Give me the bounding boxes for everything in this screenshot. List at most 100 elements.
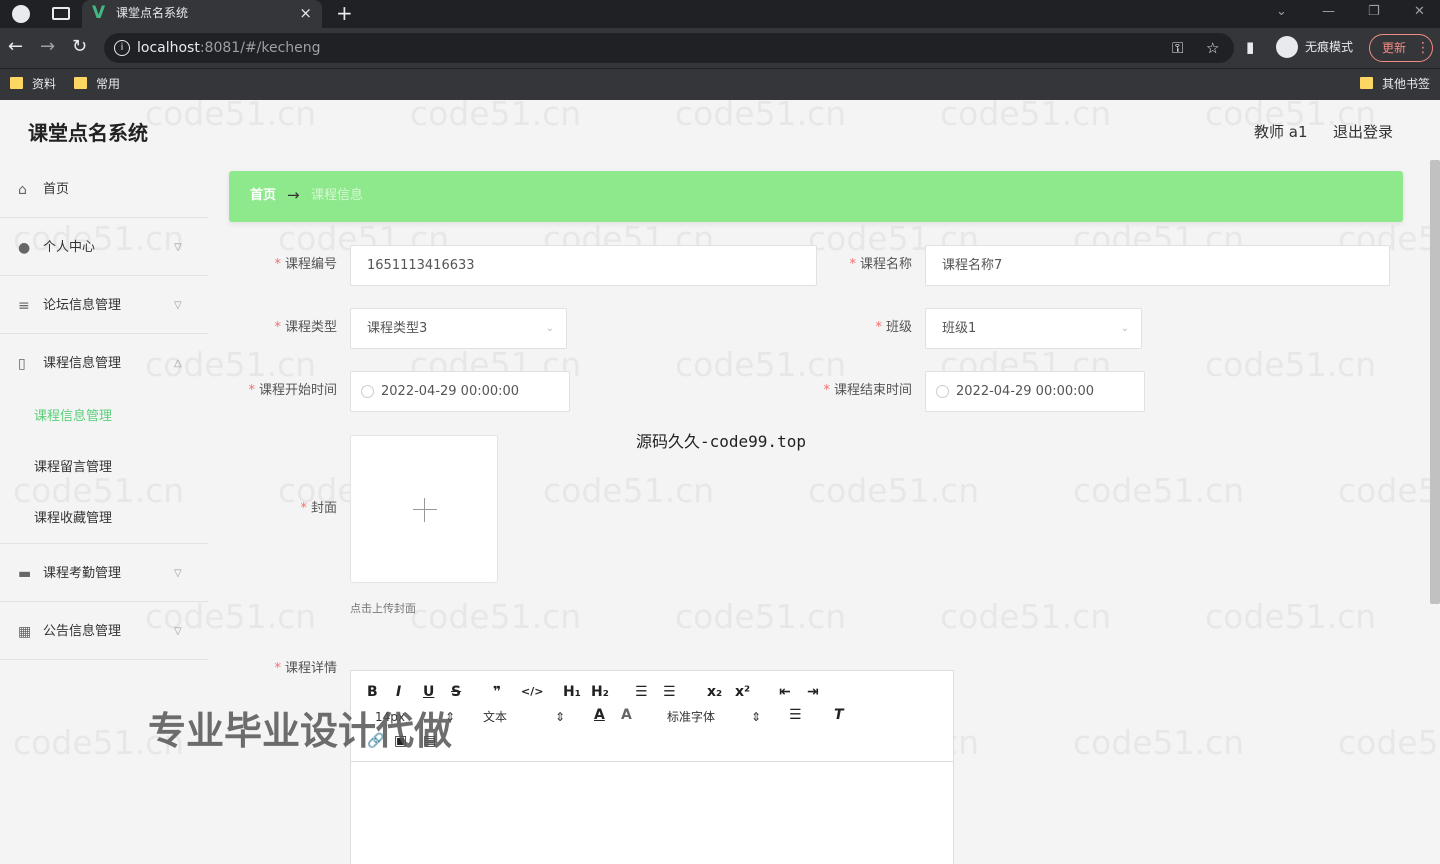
url-text[interactable]: localhost:8081/#/kecheng: [137, 39, 321, 57]
sidebar-item-attendance[interactable]: ▬ 课程考勤管理 ▽: [0, 544, 208, 602]
required-mark: *: [248, 383, 255, 398]
header2-icon[interactable]: H₂: [591, 683, 609, 701]
watermark-text: code51.cn: [1338, 471, 1440, 510]
watermark-text: code51.cn: [675, 345, 847, 384]
header1-icon[interactable]: H₁: [563, 683, 581, 701]
required-mark: *: [875, 320, 882, 335]
required-mark: *: [300, 501, 307, 516]
sidebar-item-label: 课程信息管理: [43, 356, 122, 371]
end-time-value: 2022-04-29 00:00:00: [956, 384, 1095, 399]
ordered-list-icon[interactable]: ☰: [635, 683, 648, 701]
close-icon[interactable]: ×: [299, 4, 312, 22]
logout-button[interactable]: 退出登录: [1333, 122, 1393, 142]
page-scrollbar[interactable]: [1430, 160, 1440, 604]
chevron-down-icon: ▽: [174, 242, 182, 253]
sidebar-item-notice[interactable]: ▦ 公告信息管理 ▽: [0, 602, 208, 660]
watermark-text: code51.cn: [1073, 723, 1245, 762]
sub-item-course-favorite[interactable]: 课程收藏管理: [34, 510, 112, 528]
cover-upload[interactable]: [350, 435, 498, 583]
vue-logo-icon: V: [92, 3, 106, 23]
bold-icon[interactable]: B: [367, 683, 378, 701]
update-label: 更新: [1382, 41, 1407, 55]
home-icon: ⌂: [18, 182, 27, 198]
minimize-icon[interactable]: —: [1322, 3, 1335, 21]
required-mark: *: [849, 257, 856, 272]
bookmark-item[interactable]: 常用: [96, 76, 120, 92]
star-icon[interactable]: ☆: [1206, 38, 1219, 58]
sidebar-item-label: 个人中心: [43, 240, 96, 255]
bullet-list-icon[interactable]: ☰: [663, 683, 676, 701]
breadcrumb-current: 课程信息: [311, 188, 364, 203]
chevron-down-icon[interactable]: ⌄: [1276, 3, 1287, 21]
document-icon: ▯: [18, 356, 26, 372]
watermark-text: code51.cn: [675, 597, 847, 636]
end-time-picker[interactable]: 2022-04-29 00:00:00: [925, 371, 1145, 412]
background-color-icon[interactable]: A: [621, 706, 632, 724]
new-tab-icon[interactable]: +: [336, 1, 353, 25]
grid-icon: ▦: [18, 624, 32, 640]
window-icon[interactable]: [52, 7, 70, 20]
detail-label: * 课程详情: [274, 661, 337, 676]
other-bookmarks[interactable]: 其他书签: [1382, 76, 1430, 92]
reload-icon[interactable]: ↻: [72, 36, 87, 58]
watermark-text: code51.cn: [410, 100, 582, 133]
outdent-icon[interactable]: ⇤: [779, 683, 791, 701]
font-color-icon[interactable]: A: [594, 706, 605, 724]
app-title: 课堂点名系统: [28, 121, 148, 145]
bookmark-item[interactable]: 资料: [32, 76, 56, 92]
required-mark: *: [274, 661, 281, 676]
font-family-select[interactable]: 标准字体: [667, 709, 715, 725]
watermark-text: code51.cn: [1338, 723, 1440, 762]
sidebar-item-label: 论坛信息管理: [43, 298, 122, 313]
code-block-icon[interactable]: </>: [521, 683, 543, 701]
incognito-label[interactable]: 无痕模式: [1305, 39, 1353, 55]
superscript-icon[interactable]: x²: [735, 683, 750, 701]
clock-icon: [361, 385, 374, 398]
tab-title: 课堂点名系统: [116, 6, 189, 20]
incognito-icon[interactable]: [1276, 36, 1298, 58]
quote-icon[interactable]: ❞: [493, 683, 501, 701]
chevron-up-icon: △: [174, 358, 182, 369]
cover-upload-hint: 点击上传封面: [350, 602, 416, 615]
window-close-icon[interactable]: ✕: [1414, 3, 1425, 21]
clear-format-icon[interactable]: T: [834, 706, 844, 724]
forward-icon[interactable]: →: [40, 36, 55, 58]
update-button[interactable]: 更新 ⋮: [1369, 34, 1433, 62]
strike-icon[interactable]: S: [451, 683, 461, 701]
watermark-text: code51.cn: [1073, 471, 1245, 510]
sub-item-course-info[interactable]: 课程信息管理: [34, 408, 112, 426]
sub-item-course-message[interactable]: 课程留言管理: [34, 459, 112, 477]
plus-icon: [413, 509, 437, 510]
sidebar: ⌂ 首页 ● 个人中心 ▽ ≡ 论坛信息管理 ▽ ▯ 课程信息管理 △ 课程信息…: [0, 160, 208, 864]
align-icon[interactable]: ☰: [789, 706, 802, 724]
breadcrumb-home[interactable]: 首页: [250, 187, 276, 205]
indent-icon[interactable]: ⇥: [807, 683, 819, 701]
restore-icon[interactable]: ❐: [1368, 3, 1380, 21]
start-time-picker[interactable]: 2022-04-29 00:00:00: [350, 371, 570, 412]
sidebar-item-profile[interactable]: ● 个人中心 ▽: [0, 218, 208, 276]
watermark-text: code51.cn: [808, 471, 980, 510]
sidepanel-icon[interactable]: ▮: [1246, 36, 1254, 58]
italic-icon[interactable]: I: [396, 683, 401, 701]
key-icon[interactable]: ⚿: [1172, 38, 1183, 58]
globe-icon[interactable]: [12, 5, 30, 23]
subscript-icon[interactable]: x₂: [707, 683, 722, 701]
address-bar[interactable]: i localhost:8081/#/kecheng ⚿ ☆: [104, 33, 1234, 63]
course-no-input[interactable]: 1651113416633: [350, 245, 817, 286]
rich-text-editor[interactable]: B I U S ❞ </> H₁ H₂ ☰ ☰ x₂ x² ⇤ ⇥ 14px ⇕…: [350, 670, 954, 864]
underline-icon[interactable]: U: [423, 683, 434, 701]
class-select[interactable]: 班级1 ⌄: [925, 308, 1142, 349]
back-icon[interactable]: ←: [8, 36, 23, 58]
course-type-select[interactable]: 课程类型3 ⌄: [350, 308, 567, 349]
more-icon: ⋮: [1416, 40, 1430, 56]
course-name-input[interactable]: 课程名称7: [925, 245, 1390, 286]
sidebar-item-home[interactable]: ⌂ 首页: [0, 160, 208, 218]
sidebar-item-forum[interactable]: ≡ 论坛信息管理 ▽: [0, 276, 208, 334]
info-icon[interactable]: i: [114, 40, 130, 56]
browser-tab[interactable]: V 课堂点名系统 ×: [82, 0, 322, 28]
folder-icon: [74, 77, 87, 89]
paragraph-select[interactable]: 文本: [483, 709, 507, 725]
start-time-value: 2022-04-29 00:00:00: [381, 384, 520, 399]
chevron-down-icon: ⌄: [545, 323, 554, 334]
sidebar-item-course[interactable]: ▯ 课程信息管理 △ 课程信息管理 课程留言管理 课程收藏管理: [0, 334, 208, 544]
